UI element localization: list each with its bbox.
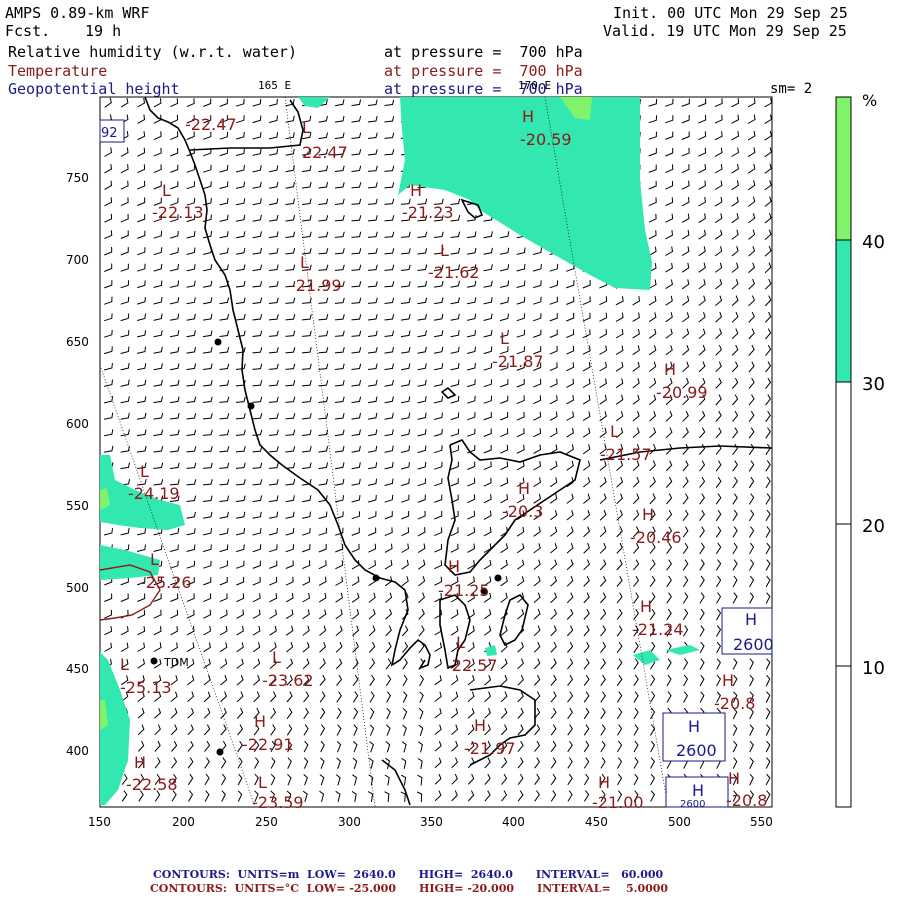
y-tick-label: 600: [66, 417, 89, 431]
temp-label: -21.24: [632, 620, 684, 639]
y-tick-label: 400: [66, 744, 89, 758]
temp-label: L: [258, 773, 267, 792]
x-axis: 150 200 250 300 350 400 450 500 550: [88, 815, 773, 829]
height-label-value: 2600: [676, 741, 717, 760]
height-label-h: H: [692, 781, 704, 800]
temp-label: -20.8: [726, 791, 767, 810]
temp-label: L: [500, 329, 509, 348]
temp-label: -22.13: [152, 203, 204, 222]
temp-label: -21.57: [600, 445, 652, 464]
x-tick-label: 500: [668, 815, 691, 829]
height-label-h: H: [688, 717, 700, 736]
footer-height-contours: CONTOURS: UNITS=m LOW= 2640.0 HIGH= 2640…: [153, 868, 664, 881]
temp-label: H: [518, 479, 530, 498]
temp-label: L: [610, 422, 619, 441]
temp-label: -24.19: [128, 484, 180, 503]
temp-label: -20.59: [520, 130, 572, 149]
station-dot: [494, 574, 502, 582]
footer-temp-contours: CONTOURS: UNITS=°C LOW= -25.000 HIGH= -2…: [150, 882, 669, 895]
temp-label: H: [474, 716, 486, 735]
colorbar-label: 40: [862, 232, 885, 253]
x-tick-label: 400: [502, 815, 525, 829]
y-axis: 750 700 650 600 550 500 450 400: [66, 171, 89, 758]
colorbar-unit: %: [862, 91, 877, 110]
colorbar-segment-30-40: [835, 239, 852, 383]
y-tick-label: 550: [66, 499, 89, 513]
temp-label: H: [722, 671, 734, 690]
y-tick-label: 750: [66, 171, 89, 185]
temp-label: L: [150, 550, 159, 569]
temp-label: -23.59: [252, 793, 304, 812]
temp-label: -22.47: [185, 115, 237, 134]
x-tick-label: 350: [420, 815, 443, 829]
weather-map: TDM H 2600 H 2600 H 2600 92 -22.47 L 22.…: [66, 91, 885, 829]
temp-label: -25.26: [140, 573, 192, 592]
y-tick-label: 450: [66, 662, 89, 676]
temp-label: -25.13: [120, 678, 172, 697]
x-tick-label: 200: [172, 815, 195, 829]
temp-label: H: [598, 773, 610, 792]
temp-label: L: [140, 462, 149, 481]
colorbar: % 40 30 20 10: [835, 91, 885, 808]
temp-label: H: [522, 107, 534, 126]
height-label-value: 2600: [680, 799, 705, 810]
temp-label: -20.3: [502, 502, 543, 521]
temp-label: L: [300, 253, 309, 272]
y-tick-label: 700: [66, 253, 89, 267]
temp-label: H: [642, 505, 654, 524]
temp-label: -20.99: [656, 383, 708, 402]
temp-label: H: [410, 181, 422, 200]
temp-label: H: [664, 360, 676, 379]
height-label-value: 2600: [733, 635, 774, 654]
temp-label: -22.58: [126, 775, 178, 794]
temp-label: -21.62: [428, 263, 480, 282]
x-tick-label: 450: [585, 815, 608, 829]
temp-label: -20.46: [630, 528, 682, 547]
temp-label: L: [440, 241, 449, 260]
y-tick-label: 500: [66, 581, 89, 595]
temp-label: L: [272, 648, 281, 667]
station-label-tdm: TDM: [163, 656, 189, 669]
temp-label: -23.62: [262, 671, 314, 690]
temp-label: L: [162, 181, 171, 200]
temp-label: L: [120, 655, 129, 674]
temp-label: -21.87: [492, 352, 544, 371]
y-tick-label: 650: [66, 335, 89, 349]
temp-label: -20.8: [714, 694, 755, 713]
temp-label: -21.25: [438, 581, 490, 600]
station-dot-tdm: [150, 657, 158, 665]
height-label-corner: 92: [101, 126, 118, 141]
temp-label: L: [302, 118, 311, 137]
temp-label: -21.00: [592, 793, 644, 812]
temp-label: -22.57: [446, 656, 498, 675]
station-dot: [247, 402, 255, 410]
x-tick-label: 300: [338, 815, 361, 829]
temp-label: H: [640, 597, 652, 616]
temp-label: -22.91: [242, 735, 294, 754]
colorbar-segment-40-50: [835, 96, 852, 241]
temp-label: L: [456, 633, 465, 652]
station-dot: [372, 574, 380, 582]
colorbar-label: 10: [862, 658, 885, 679]
temp-label: H: [728, 769, 740, 788]
temp-label: -21.99: [290, 276, 342, 295]
temp-label: 22.47: [302, 143, 348, 162]
temp-label: H: [448, 557, 460, 576]
height-label-h: H: [745, 610, 757, 629]
colorbar-label: 20: [862, 516, 885, 537]
temp-label: H: [254, 712, 266, 731]
temp-label: H: [134, 753, 146, 772]
station-dot: [214, 338, 222, 346]
station-dot: [216, 748, 224, 756]
temp-label: -21.23: [402, 203, 454, 222]
colorbar-segment-below-30: [835, 381, 852, 808]
x-tick-label: 550: [750, 815, 773, 829]
x-tick-label: 250: [255, 815, 278, 829]
temp-label: -21.97: [464, 739, 516, 758]
colorbar-label: 30: [862, 374, 885, 395]
x-tick-label: 150: [88, 815, 111, 829]
